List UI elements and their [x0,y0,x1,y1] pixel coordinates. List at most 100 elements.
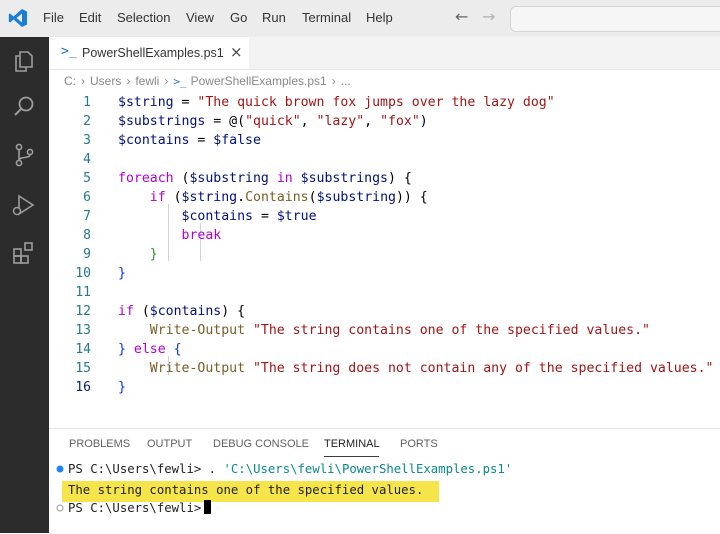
code-token-punct: @( [229,114,246,129]
tab-label: PowerShellExamples.ps1 [82,46,224,60]
code-token-variable: $substring [189,171,269,186]
line-number: 11 [75,285,91,300]
code-token-variable: $string [118,95,174,110]
code-token-variable: $contains [118,133,190,148]
code-line: 7 $contains = $true [49,207,720,226]
line-number: 6 [83,190,91,205]
terminal-prompt: PS C:\Users\fewli> [68,462,209,476]
code-token-punct: ) { [221,304,246,319]
code-line: 9 } [49,245,720,264]
line-number: 2 [83,114,91,129]
activity-bar [0,37,49,533]
code-token-punct: ) [419,114,428,129]
explorer-icon[interactable] [11,48,37,74]
tab-output[interactable]: OUTPUT [147,438,192,450]
menu-run[interactable]: Run [262,10,286,25]
menu-selection[interactable]: Selection [117,10,170,25]
line-number: 10 [75,266,91,281]
line-number: 15 [75,361,91,376]
tab-ports[interactable]: PORTS [400,438,438,450]
code-token-string: "The string does not contain any of the … [245,361,714,376]
code-token-string: "quick" [245,114,301,129]
tab-problems[interactable]: PROBLEMS [69,438,130,450]
source-control-icon[interactable] [11,142,37,168]
code-token-function: Contains [245,190,309,205]
vscode-logo-icon [8,9,28,27]
command-center-search[interactable] [510,6,720,32]
command-success-dot-icon [56,465,64,473]
title-bar: File Edit Selection View Go Run Terminal… [0,0,720,37]
breadcrumb: C: › Users › fewli › >_ PowerShellExamples.ps1 ›… [64,74,351,88]
code-token-punct: ( [173,171,190,186]
terminal-prompt: PS C:\Users\fewli> [68,501,202,515]
code-token-string: "The quick brown fox jumps over the lazy… [197,95,555,110]
breadcrumb-drive[interactable]: C: [64,74,76,88]
menu-go[interactable]: Go [230,10,247,25]
code-token-variable: $false [213,133,261,148]
code-line: 8 break [49,226,720,245]
code-token-brace: { [165,342,182,357]
menu-file[interactable]: File [43,10,64,25]
terminal-prompt-line[interactable]: PS C:\Users\fewli> [68,500,212,517]
terminal-command-line: PS C:\Users\fewli> . 'C:\Users\fewli\Pow… [68,461,512,478]
code-token-variable: $substring [316,190,396,205]
line-number: 7 [83,209,91,224]
extensions-icon[interactable] [11,240,37,266]
code-token-brace: } [118,266,126,281]
code-line: 14 } else { [49,340,720,359]
terminal-command: . [208,462,224,476]
code-editor[interactable]: 1 $string = "The quick brown fox jumps o… [49,90,720,410]
code-token-variable: $contains [149,304,222,319]
breadcrumb-fewli[interactable]: fewli [135,74,159,88]
code-token-variable: $true [276,209,317,224]
tab-terminal[interactable]: TERMINAL [324,438,380,450]
code-line: 1 $string = "The quick brown fox jumps o… [49,93,720,112]
code-token-variable: $substrings [118,114,206,129]
code-token-operator: = [253,209,277,224]
code-token-operator: = [173,95,198,110]
line-number: 9 [83,247,91,262]
code-line: 11 [49,283,720,302]
code-token-keyword: break [181,228,222,243]
line-number: 13 [75,323,91,338]
menu-edit[interactable]: Edit [79,10,101,25]
code-token-keyword: if [118,304,134,319]
code-token-brace: } [118,342,126,357]
run-debug-icon[interactable] [11,192,37,218]
menu-help[interactable]: Help [366,10,393,25]
menu-view[interactable]: View [186,10,214,25]
line-number: 1 [83,95,91,110]
back-arrow-icon[interactable]: ← [455,7,468,26]
tab-debug-console[interactable]: DEBUG CONSOLE [213,438,309,450]
code-token-operator: = [189,133,214,148]
code-token-command: Write-Output [149,323,246,338]
search-icon[interactable] [11,94,37,120]
terminal-cursor [204,500,212,514]
tab-powershell-examples[interactable]: >_ PowerShellExamples.ps1 × [49,37,249,69]
code-token-string: "The string contains one of the specifie… [245,323,650,338]
line-number: 3 [83,133,91,148]
terminal-output: The string contains one of the specified… [68,483,424,497]
code-token-punct: )) { [395,190,428,205]
code-token-keyword: in [268,171,301,186]
line-number: 5 [83,171,91,186]
menu-terminal[interactable]: Terminal [302,10,351,25]
code-token-operator: = [205,114,230,129]
command-pending-dot-icon [56,504,64,512]
code-token-punct: ( [308,190,317,205]
breadcrumb-symbol[interactable]: ... [341,74,351,88]
line-number: 16 [75,380,91,395]
code-line: 12 if ($contains) { [49,302,720,321]
code-token-punct: , [300,114,317,129]
breadcrumb-file[interactable]: PowerShellExamples.ps1 [191,74,327,88]
code-line: 10 } [49,264,720,283]
breadcrumb-users[interactable]: Users [90,74,121,88]
line-number: 4 [83,152,91,167]
code-token-keyword: else [125,342,166,357]
editor-tab-strip: >_ PowerShellExamples.ps1 × [49,37,720,70]
forward-arrow-icon[interactable]: → [482,7,495,26]
close-icon[interactable]: × [230,43,243,61]
code-token-string: "lazy" [316,114,365,129]
code-token-keyword: foreach [118,171,174,186]
line-number: 12 [75,304,91,319]
